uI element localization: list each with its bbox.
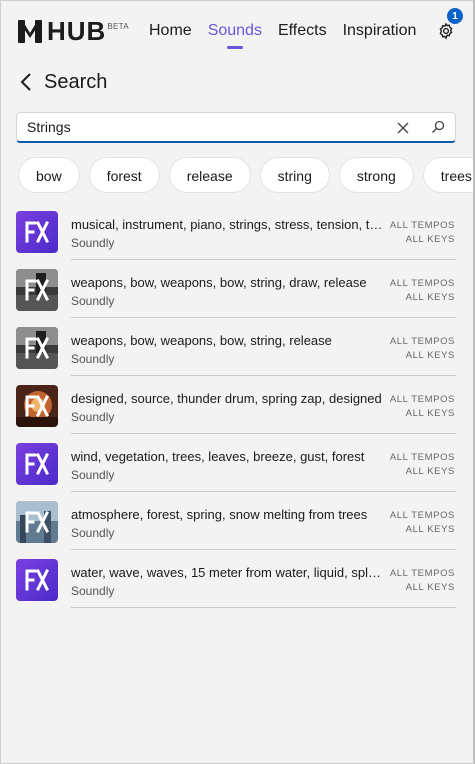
sound-thumbnail[interactable] xyxy=(16,385,58,427)
sound-source: Soundly xyxy=(71,468,115,482)
sound-title: musical, instrument, piano, strings, str… xyxy=(71,217,383,232)
tempo-label: ALL TEMPOS xyxy=(389,510,455,521)
search-box xyxy=(16,112,456,143)
keys-label: ALL KEYS xyxy=(405,292,455,303)
sound-thumbnail[interactable] xyxy=(16,211,58,253)
keys-label: ALL KEYS xyxy=(405,582,455,593)
beta-label: BETA xyxy=(107,22,129,31)
tempo-label: ALL TEMPOS xyxy=(389,336,455,347)
list-item[interactable]: water, wave, waves, 15 meter from water,… xyxy=(16,550,456,608)
notification-badge[interactable]: 1 xyxy=(447,8,463,24)
sound-source: Soundly xyxy=(71,584,115,598)
sound-thumbnail[interactable] xyxy=(16,327,58,369)
list-item[interactable]: musical, instrument, piano, strings, str… xyxy=(16,202,456,260)
sound-title: weapons, bow, weapons, bow, string, draw… xyxy=(71,275,367,290)
keys-label: ALL KEYS xyxy=(405,234,455,245)
search-icon[interactable] xyxy=(431,120,445,134)
tag-chip[interactable]: string xyxy=(259,157,330,193)
tag-chip[interactable]: release xyxy=(168,157,251,193)
keys-label: ALL KEYS xyxy=(405,408,455,419)
list-item[interactable]: wind, vegetation, trees, leaves, breeze,… xyxy=(16,434,456,492)
tag-chip[interactable]: strong xyxy=(338,157,414,193)
logo-text: HUB xyxy=(47,16,107,46)
nav-sounds[interactable]: Sounds xyxy=(208,22,262,40)
search-input[interactable] xyxy=(27,119,387,135)
sound-title: wind, vegetation, trees, leaves, breeze,… xyxy=(71,449,365,464)
sound-source: Soundly xyxy=(71,352,115,366)
tag-chip[interactable]: forest xyxy=(88,157,160,193)
keys-label: ALL KEYS xyxy=(405,466,455,477)
sound-title: designed, source, thunder drum, spring z… xyxy=(71,391,382,406)
sound-source: Soundly xyxy=(71,410,115,424)
top-bar: HUB BETA Home Sounds Effects Inspiration 1 xyxy=(0,0,475,60)
sound-thumbnail[interactable] xyxy=(16,501,58,543)
back-arrow-icon[interactable] xyxy=(18,72,34,92)
tempo-label: ALL TEMPOS xyxy=(389,452,455,463)
results-list: musical, instrument, piano, strings, str… xyxy=(16,202,456,608)
close-icon[interactable] xyxy=(397,121,409,134)
tempo-label: ALL TEMPOS xyxy=(389,220,455,231)
tag-chip[interactable]: bow xyxy=(18,157,80,193)
nav-inspiration[interactable]: Inspiration xyxy=(343,22,417,40)
gear-icon[interactable] xyxy=(437,22,455,40)
nav-home[interactable]: Home xyxy=(149,22,192,40)
tag-chips: bow forest release string strong trees xyxy=(18,157,475,193)
tempo-label: ALL TEMPOS xyxy=(389,278,455,289)
list-item[interactable]: weapons, bow, weapons, bow, string, draw… xyxy=(16,260,456,318)
sound-thumbnail[interactable] xyxy=(16,269,58,311)
main-nav: Home Sounds Effects Inspiration xyxy=(149,22,432,40)
keys-label: ALL KEYS xyxy=(405,350,455,361)
sound-title: water, wave, waves, 15 meter from water,… xyxy=(71,565,383,580)
sound-source: Soundly xyxy=(71,526,115,540)
hub-logo[interactable]: HUB BETA xyxy=(17,18,129,46)
hub-logo-mark xyxy=(17,18,43,44)
tempo-label: ALL TEMPOS xyxy=(389,394,455,405)
sound-thumbnail[interactable] xyxy=(16,443,58,485)
sound-title: atmosphere, forest, spring, snow melting… xyxy=(71,507,368,522)
sound-source: Soundly xyxy=(71,294,115,308)
sound-source: Soundly xyxy=(71,236,115,250)
sound-thumbnail[interactable] xyxy=(16,559,58,601)
sound-title: weapons, bow, weapons, bow, string, rele… xyxy=(71,333,332,348)
list-item[interactable]: weapons, bow, weapons, bow, string, rele… xyxy=(16,318,456,376)
divider xyxy=(71,607,456,608)
page-title: Search xyxy=(44,71,108,93)
nav-effects[interactable]: Effects xyxy=(278,22,327,40)
list-item[interactable]: atmosphere, forest, spring, snow melting… xyxy=(16,492,456,550)
tempo-label: ALL TEMPOS xyxy=(389,568,455,579)
keys-label: ALL KEYS xyxy=(405,524,455,535)
list-item[interactable]: designed, source, thunder drum, spring z… xyxy=(16,376,456,434)
tag-chip[interactable]: trees xyxy=(422,157,475,193)
